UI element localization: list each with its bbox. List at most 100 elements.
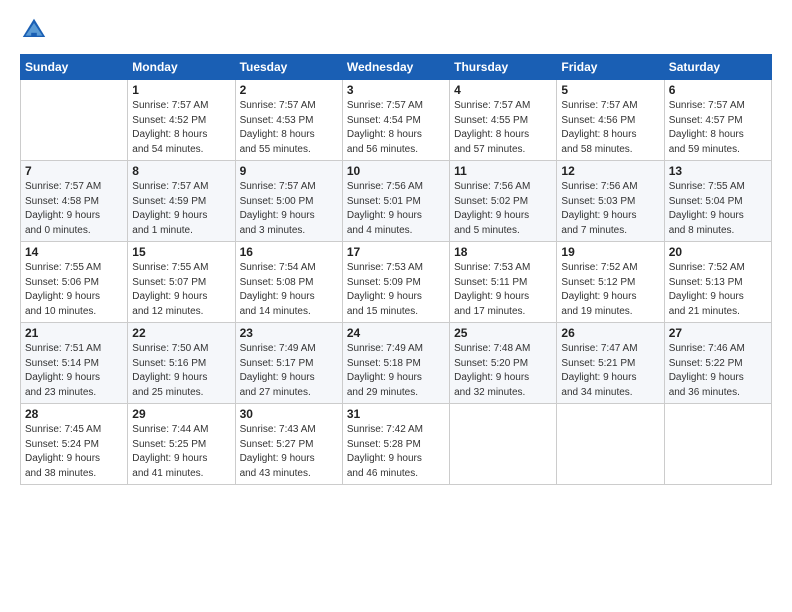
day-info: Sunrise: 7:55 AMSunset: 5:07 PMDaylight:… bbox=[132, 261, 230, 319]
col-header-monday: Monday bbox=[128, 55, 235, 80]
day-info: Sunrise: 7:56 AMSunset: 5:02 PMDaylight:… bbox=[454, 180, 552, 238]
day-number: 23 bbox=[240, 326, 338, 340]
calendar-cell: 20Sunrise: 7:52 AMSunset: 5:13 PMDayligh… bbox=[664, 242, 771, 323]
day-info: Sunrise: 7:43 AMSunset: 5:27 PMDaylight:… bbox=[240, 423, 338, 481]
header-row: SundayMondayTuesdayWednesdayThursdayFrid… bbox=[21, 55, 772, 80]
day-info: Sunrise: 7:57 AMSunset: 4:59 PMDaylight:… bbox=[132, 180, 230, 238]
calendar-cell: 31 Sunrise: 7:42 AMSunset: 5:28 PMDayligh… bbox=[342, 404, 449, 485]
day-info: Sunrise: 7:45 AMSunset: 5:24 PMDaylight:… bbox=[25, 423, 123, 481]
header bbox=[20, 16, 772, 44]
day-number: 18 bbox=[454, 245, 552, 259]
calendar-cell: 9 Sunrise: 7:57 AMSunset: 5:00 PMDaylight… bbox=[235, 161, 342, 242]
day-number: 19 bbox=[561, 245, 659, 259]
calendar-header: SundayMondayTuesdayWednesdayThursdayFrid… bbox=[21, 55, 772, 80]
calendar-cell: 11 Sunrise: 7:56 AMSunset: 5:02 PMDayligh… bbox=[450, 161, 557, 242]
calendar-cell bbox=[557, 404, 664, 485]
page: SundayMondayTuesdayWednesdayThursdayFrid… bbox=[0, 0, 792, 612]
week-row-5: 28 Sunrise: 7:45 AMSunset: 5:24 PMDayligh… bbox=[21, 404, 772, 485]
day-number: 26 bbox=[561, 326, 659, 340]
logo-icon bbox=[20, 16, 48, 44]
calendar-cell: 17Sunrise: 7:53 AMSunset: 5:09 PMDayligh… bbox=[342, 242, 449, 323]
calendar-cell: 2 Sunrise: 7:57 AMSunset: 4:53 PMDaylight… bbox=[235, 80, 342, 161]
col-header-sunday: Sunday bbox=[21, 55, 128, 80]
day-number: 31 bbox=[347, 407, 445, 421]
day-number: 6 bbox=[669, 83, 767, 97]
day-info: Sunrise: 7:52 AMSunset: 5:12 PMDaylight:… bbox=[561, 261, 659, 319]
day-number: 27 bbox=[669, 326, 767, 340]
day-info: Sunrise: 7:56 AMSunset: 5:03 PMDaylight:… bbox=[561, 180, 659, 238]
day-info: Sunrise: 7:57 AMSunset: 4:58 PMDaylight:… bbox=[25, 180, 123, 238]
day-info: Sunrise: 7:57 AMSunset: 4:57 PMDaylight:… bbox=[669, 99, 767, 157]
day-number: 28 bbox=[25, 407, 123, 421]
day-number: 13 bbox=[669, 164, 767, 178]
calendar-cell: 19 Sunrise: 7:52 AMSunset: 5:12 PMDayligh… bbox=[557, 242, 664, 323]
day-number: 3 bbox=[347, 83, 445, 97]
day-info: Sunrise: 7:47 AMSunset: 5:21 PMDaylight:… bbox=[561, 342, 659, 400]
calendar-cell: 26 Sunrise: 7:47 AMSunset: 5:21 PMDayligh… bbox=[557, 323, 664, 404]
day-info: Sunrise: 7:50 AMSunset: 5:16 PMDaylight:… bbox=[132, 342, 230, 400]
day-number: 29 bbox=[132, 407, 230, 421]
day-info: Sunrise: 7:55 AMSunset: 5:06 PMDaylight:… bbox=[25, 261, 123, 319]
day-number: 16 bbox=[240, 245, 338, 259]
day-number: 22 bbox=[132, 326, 230, 340]
day-info: Sunrise: 7:57 AMSunset: 4:53 PMDaylight:… bbox=[240, 99, 338, 157]
calendar-cell: 8 Sunrise: 7:57 AMSunset: 4:59 PMDaylight… bbox=[128, 161, 235, 242]
calendar-cell bbox=[450, 404, 557, 485]
day-number: 10 bbox=[347, 164, 445, 178]
calendar-cell: 13Sunrise: 7:55 AMSunset: 5:04 PMDayligh… bbox=[664, 161, 771, 242]
day-info: Sunrise: 7:52 AMSunset: 5:13 PMDaylight:… bbox=[669, 261, 767, 319]
day-number: 30 bbox=[240, 407, 338, 421]
calendar-cell: 18Sunrise: 7:53 AMSunset: 5:11 PMDayligh… bbox=[450, 242, 557, 323]
calendar-cell: 3Sunrise: 7:57 AMSunset: 4:54 PMDaylight… bbox=[342, 80, 449, 161]
day-number: 11 bbox=[454, 164, 552, 178]
calendar-cell: 4Sunrise: 7:57 AMSunset: 4:55 PMDaylight… bbox=[450, 80, 557, 161]
day-number: 14 bbox=[25, 245, 123, 259]
week-row-4: 21 Sunrise: 7:51 AMSunset: 5:14 PMDayligh… bbox=[21, 323, 772, 404]
week-row-3: 14 Sunrise: 7:55 AMSunset: 5:06 PMDayligh… bbox=[21, 242, 772, 323]
calendar-cell: 6 Sunrise: 7:57 AMSunset: 4:57 PMDaylight… bbox=[664, 80, 771, 161]
day-number: 9 bbox=[240, 164, 338, 178]
day-info: Sunrise: 7:51 AMSunset: 5:14 PMDaylight:… bbox=[25, 342, 123, 400]
col-header-saturday: Saturday bbox=[664, 55, 771, 80]
col-header-tuesday: Tuesday bbox=[235, 55, 342, 80]
day-number: 24 bbox=[347, 326, 445, 340]
day-info: Sunrise: 7:54 AMSunset: 5:08 PMDaylight:… bbox=[240, 261, 338, 319]
calendar-cell: 28 Sunrise: 7:45 AMSunset: 5:24 PMDayligh… bbox=[21, 404, 128, 485]
day-number: 8 bbox=[132, 164, 230, 178]
col-header-wednesday: Wednesday bbox=[342, 55, 449, 80]
day-info: Sunrise: 7:46 AMSunset: 5:22 PMDaylight:… bbox=[669, 342, 767, 400]
day-number: 5 bbox=[561, 83, 659, 97]
day-number: 25 bbox=[454, 326, 552, 340]
calendar-cell: 14 Sunrise: 7:55 AMSunset: 5:06 PMDayligh… bbox=[21, 242, 128, 323]
logo bbox=[20, 16, 52, 44]
day-number: 21 bbox=[25, 326, 123, 340]
calendar-cell bbox=[21, 80, 128, 161]
calendar-cell bbox=[664, 404, 771, 485]
calendar-cell: 15Sunrise: 7:55 AMSunset: 5:07 PMDayligh… bbox=[128, 242, 235, 323]
day-info: Sunrise: 7:42 AMSunset: 5:28 PMDaylight:… bbox=[347, 423, 445, 481]
day-number: 7 bbox=[25, 164, 123, 178]
calendar-cell: 24 Sunrise: 7:49 AMSunset: 5:18 PMDayligh… bbox=[342, 323, 449, 404]
day-number: 4 bbox=[454, 83, 552, 97]
day-number: 1 bbox=[132, 83, 230, 97]
day-info: Sunrise: 7:49 AMSunset: 5:17 PMDaylight:… bbox=[240, 342, 338, 400]
calendar-cell: 16 Sunrise: 7:54 AMSunset: 5:08 PMDayligh… bbox=[235, 242, 342, 323]
calendar-body: 1Sunrise: 7:57 AMSunset: 4:52 PMDaylight… bbox=[21, 80, 772, 485]
day-info: Sunrise: 7:56 AMSunset: 5:01 PMDaylight:… bbox=[347, 180, 445, 238]
day-number: 2 bbox=[240, 83, 338, 97]
day-info: Sunrise: 7:57 AMSunset: 5:00 PMDaylight:… bbox=[240, 180, 338, 238]
calendar-cell: 27 Sunrise: 7:46 AMSunset: 5:22 PMDayligh… bbox=[664, 323, 771, 404]
week-row-1: 1Sunrise: 7:57 AMSunset: 4:52 PMDaylight… bbox=[21, 80, 772, 161]
day-info: Sunrise: 7:57 AMSunset: 4:56 PMDaylight:… bbox=[561, 99, 659, 157]
col-header-friday: Friday bbox=[557, 55, 664, 80]
day-info: Sunrise: 7:49 AMSunset: 5:18 PMDaylight:… bbox=[347, 342, 445, 400]
calendar-cell: 25Sunrise: 7:48 AMSunset: 5:20 PMDayligh… bbox=[450, 323, 557, 404]
col-header-thursday: Thursday bbox=[450, 55, 557, 80]
calendar-cell: 5 Sunrise: 7:57 AMSunset: 4:56 PMDaylight… bbox=[557, 80, 664, 161]
day-info: Sunrise: 7:44 AMSunset: 5:25 PMDaylight:… bbox=[132, 423, 230, 481]
calendar-cell: 1Sunrise: 7:57 AMSunset: 4:52 PMDaylight… bbox=[128, 80, 235, 161]
calendar-cell: 23 Sunrise: 7:49 AMSunset: 5:17 PMDayligh… bbox=[235, 323, 342, 404]
calendar-cell: 30 Sunrise: 7:43 AMSunset: 5:27 PMDayligh… bbox=[235, 404, 342, 485]
day-info: Sunrise: 7:53 AMSunset: 5:09 PMDaylight:… bbox=[347, 261, 445, 319]
day-number: 12 bbox=[561, 164, 659, 178]
